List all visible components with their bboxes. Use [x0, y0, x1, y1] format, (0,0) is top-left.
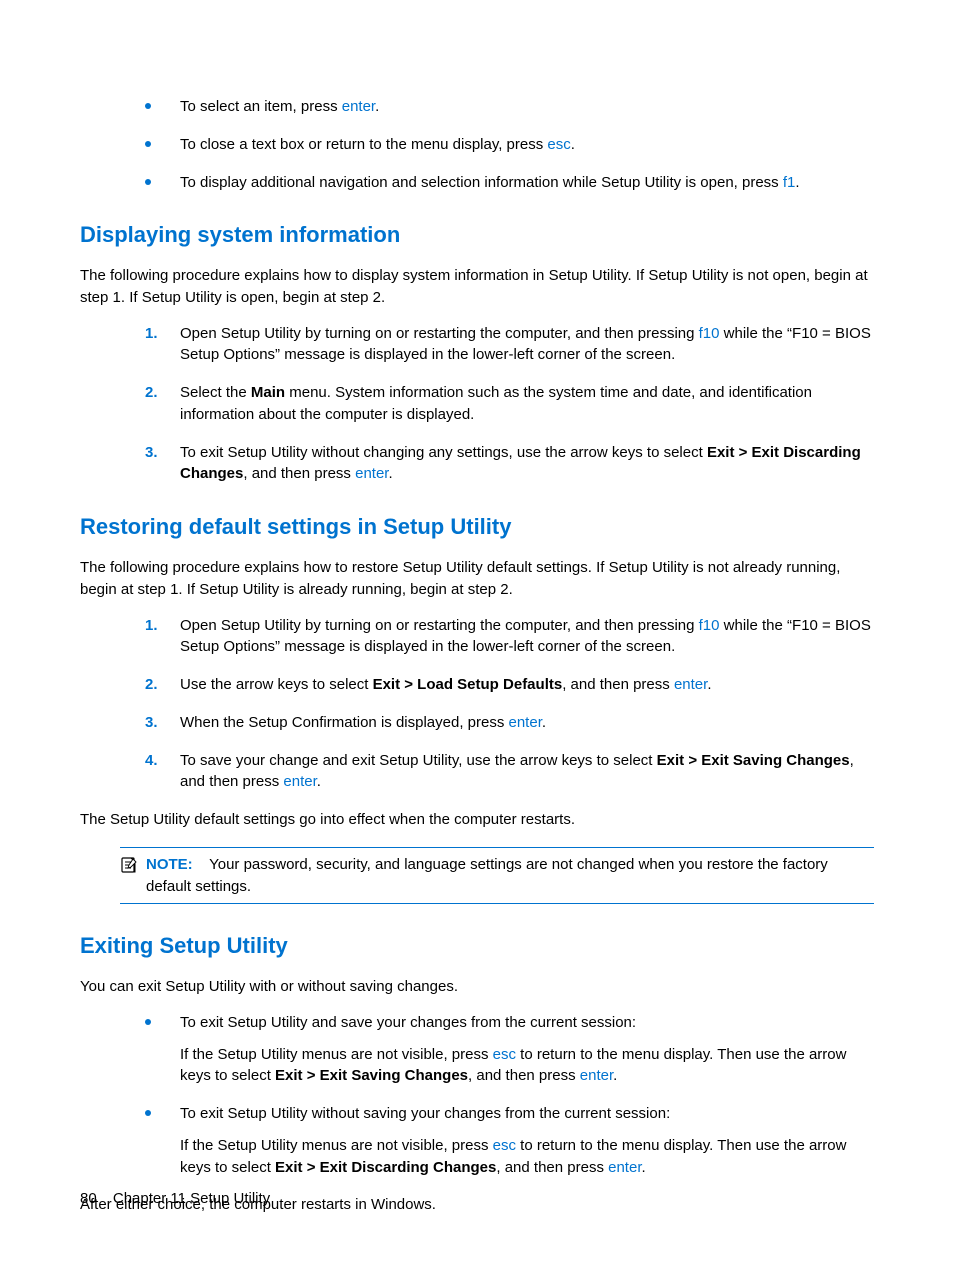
bullet-body: If the Setup Utility menus are not visib… — [180, 1135, 874, 1179]
text: , and then press — [243, 465, 355, 482]
bold-text: Exit > Exit Saving Changes — [275, 1067, 468, 1084]
text: To save your change and exit Setup Utili… — [180, 752, 657, 769]
note-label: NOTE: — [146, 856, 193, 873]
text: , and then press — [496, 1159, 608, 1176]
note-box: NOTE: Your password, security, and langu… — [120, 847, 874, 905]
text: . — [613, 1067, 617, 1084]
bullet-lead: To exit Setup Utility and save your chan… — [180, 1012, 874, 1034]
text: Use the arrow keys to select — [180, 676, 373, 693]
step-item: Open Setup Utility by turning on or rest… — [145, 323, 874, 367]
paragraph: You can exit Setup Utility with or witho… — [80, 976, 874, 998]
key-name: enter — [355, 465, 388, 482]
step-item: Open Setup Utility by turning on or rest… — [145, 615, 874, 659]
paragraph: The following procedure explains how to … — [80, 265, 874, 309]
list-item: To close a text box or return to the men… — [145, 134, 874, 156]
text: If the Setup Utility menus are not visib… — [180, 1137, 493, 1154]
key-name: enter — [674, 676, 707, 693]
list-item: To exit Setup Utility and save your chan… — [145, 1012, 874, 1087]
heading-exiting-setup-utility: Exiting Setup Utility — [80, 930, 874, 962]
key-name: enter — [509, 714, 542, 731]
list-item: To exit Setup Utility without saving you… — [145, 1103, 874, 1178]
text: . — [642, 1159, 646, 1176]
text: , and then press — [562, 676, 674, 693]
paragraph: The Setup Utility default settings go in… — [80, 809, 874, 831]
note-text: Your password, security, and language se… — [146, 856, 828, 895]
key-name: esc — [547, 136, 570, 153]
bold-text: Exit > Exit Saving Changes — [657, 752, 850, 769]
text: Open Setup Utility by turning on or rest… — [180, 617, 699, 634]
text: To close a text box or return to the men… — [180, 136, 547, 153]
key-name: enter — [608, 1159, 641, 1176]
numbered-steps-display: Open Setup Utility by turning on or rest… — [145, 323, 874, 486]
heading-restoring-defaults: Restoring default settings in Setup Util… — [80, 511, 874, 543]
document-page: To select an item, press enter. To close … — [0, 0, 954, 1270]
text: If the Setup Utility menus are not visib… — [180, 1046, 493, 1063]
paragraph: The following procedure explains how to … — [80, 557, 874, 601]
page-number: 80 — [80, 1190, 97, 1207]
text: . — [795, 174, 799, 191]
exit-bullet-list: To exit Setup Utility and save your chan… — [145, 1012, 874, 1179]
text: Open Setup Utility by turning on or rest… — [180, 325, 699, 342]
key-name: f1 — [783, 174, 796, 191]
bullet-lead: To exit Setup Utility without saving you… — [180, 1103, 874, 1125]
text: . — [542, 714, 546, 731]
bold-text: Exit > Load Setup Defaults — [373, 676, 563, 693]
step-item: When the Setup Confirmation is displayed… — [145, 712, 874, 734]
text: . — [707, 676, 711, 693]
key-name: enter — [342, 98, 375, 115]
text: To select an item, press — [180, 98, 342, 115]
step-item: To save your change and exit Setup Utili… — [145, 750, 874, 794]
text: . — [317, 773, 321, 790]
text: . — [375, 98, 379, 115]
text: To exit Setup Utility without changing a… — [180, 444, 707, 461]
text: . — [571, 136, 575, 153]
text: . — [388, 465, 392, 482]
intro-bullet-list: To select an item, press enter. To close … — [145, 96, 874, 193]
text: To display additional navigation and sel… — [180, 174, 783, 191]
heading-displaying-system-info: Displaying system information — [80, 219, 874, 251]
text: , and then press — [468, 1067, 580, 1084]
chapter-label: Chapter 11 Setup Utility — [113, 1190, 270, 1207]
note-icon — [120, 856, 138, 881]
numbered-steps-restore: Open Setup Utility by turning on or rest… — [145, 615, 874, 794]
key-name: esc — [493, 1137, 516, 1154]
page-footer: 80 Chapter 11 Setup Utility — [80, 1188, 270, 1210]
note-body: NOTE: Your password, security, and langu… — [146, 854, 874, 898]
list-item: To select an item, press enter. — [145, 96, 874, 118]
key-name: enter — [580, 1067, 613, 1084]
bullet-body: If the Setup Utility menus are not visib… — [180, 1044, 874, 1088]
key-name: f10 — [699, 325, 720, 342]
list-item: To display additional navigation and sel… — [145, 172, 874, 194]
step-item: To exit Setup Utility without changing a… — [145, 442, 874, 486]
key-name: f10 — [699, 617, 720, 634]
bold-text: Exit > Exit Discarding Changes — [275, 1159, 496, 1176]
step-item: Select the Main menu. System information… — [145, 382, 874, 426]
text: Select the — [180, 384, 251, 401]
key-name: esc — [493, 1046, 516, 1063]
step-item: Use the arrow keys to select Exit > Load… — [145, 674, 874, 696]
key-name: enter — [283, 773, 316, 790]
bold-text: Main — [251, 384, 285, 401]
text: When the Setup Confirmation is displayed… — [180, 714, 509, 731]
